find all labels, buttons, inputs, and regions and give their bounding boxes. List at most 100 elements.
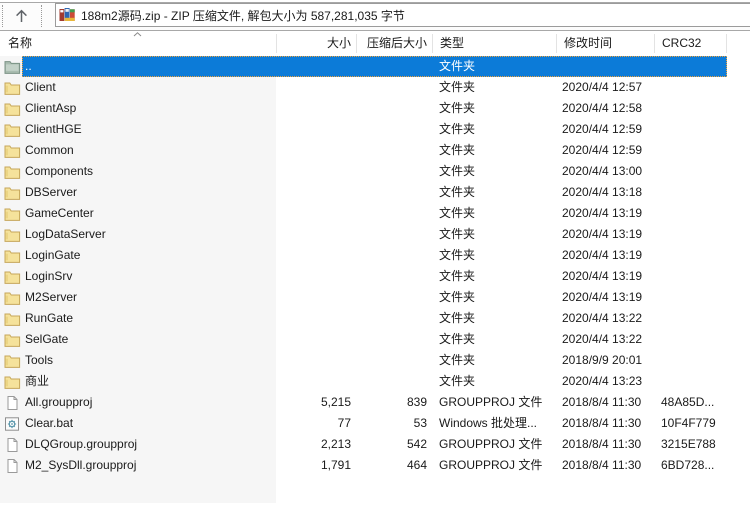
table-row[interactable]: 商业 文件夹 2020/4/4 13:23	[0, 371, 750, 392]
table-row[interactable]: LogDataServer 文件夹 2020/4/4 13:19	[0, 224, 750, 245]
file-size: 5,215	[320, 395, 351, 409]
up-folder-icon	[4, 59, 21, 75]
packed-size	[356, 350, 432, 371]
file-name: Client	[25, 80, 56, 94]
row-filler	[726, 434, 750, 455]
packed-size: 53	[413, 416, 427, 430]
toolbar: 188m2源码.zip - ZIP 压缩文件, 解包大小为 587,281,03…	[0, 0, 750, 31]
folder-icon	[4, 227, 21, 243]
row-filler	[726, 98, 750, 119]
table-row[interactable]: SelGate 文件夹 2020/4/4 13:22	[0, 329, 750, 350]
table-row[interactable]: All.groupproj 5,215 839 GROUPPROJ 文件 2018/8/…	[0, 392, 750, 413]
file-type: 文件夹	[439, 206, 476, 220]
row-filler	[726, 350, 750, 371]
column-header-size[interactable]: 大小	[276, 34, 356, 53]
file-list: .. 文件夹 Client 文件夹 2020/4/4 12:57 ClientAsp 文件夹…	[0, 56, 750, 503]
file-size	[276, 224, 356, 245]
row-filler	[726, 140, 750, 161]
crc32-value: 3215E788	[661, 437, 716, 451]
file-name: Components	[25, 164, 94, 178]
modified-time: 2020/4/4 12:59	[562, 122, 643, 136]
table-row[interactable]: DBServer 文件夹 2020/4/4 13:18	[0, 182, 750, 203]
table-row[interactable]: LoginSrv 文件夹 2020/4/4 13:19	[0, 266, 750, 287]
crc32-value	[654, 329, 726, 350]
file-type: 文件夹	[439, 311, 476, 325]
file-size: 2,213	[320, 437, 351, 451]
table-row[interactable]: LoginGate 文件夹 2020/4/4 13:19	[0, 245, 750, 266]
packed-size	[356, 308, 432, 329]
table-row[interactable]: .. 文件夹	[0, 56, 750, 77]
modified-time: 2020/4/4 13:19	[562, 227, 643, 241]
toolbar-grip	[41, 5, 42, 27]
table-row[interactable]: Clear.bat 77 53 Windows 批处理... 2018/8/4 11:3…	[0, 413, 750, 434]
crc32-value	[654, 224, 726, 245]
packed-size	[356, 140, 432, 161]
file-type: 文件夹	[439, 59, 476, 73]
row-filler	[726, 287, 750, 308]
table-row[interactable]: ClientAsp 文件夹 2020/4/4 12:58	[0, 98, 750, 119]
packed-size: 839	[406, 395, 427, 409]
file-size	[276, 371, 356, 392]
packed-size	[356, 203, 432, 224]
modified-time	[556, 56, 654, 77]
modified-time: 2020/4/4 13:19	[562, 248, 643, 262]
packed-size	[356, 266, 432, 287]
modified-time: 2018/8/4 11:30	[562, 437, 642, 451]
packed-size	[356, 98, 432, 119]
column-header-packed[interactable]: 压缩后大小	[356, 34, 432, 53]
crc32-value	[654, 56, 726, 77]
modified-time: 2020/4/4 12:57	[562, 80, 643, 94]
crc32-value	[654, 182, 726, 203]
packed-size	[356, 329, 432, 350]
column-header-crc32[interactable]: CRC32	[654, 34, 726, 53]
file-type: GROUPPROJ 文件	[439, 458, 543, 472]
file-type: 文件夹	[439, 290, 476, 304]
packed-size	[356, 287, 432, 308]
table-row[interactable]: Components 文件夹 2020/4/4 13:00	[0, 161, 750, 182]
table-row[interactable]: RunGate 文件夹 2020/4/4 13:22	[0, 308, 750, 329]
crc32-value	[654, 350, 726, 371]
file-name: DBServer	[25, 185, 78, 199]
modified-time: 2018/8/4 11:30	[562, 416, 642, 430]
table-row[interactable]: Tools 文件夹 2018/9/9 20:01	[0, 350, 750, 371]
modified-time: 2020/4/4 13:00	[562, 164, 643, 178]
table-row[interactable]: ClientHGE 文件夹 2020/4/4 12:59	[0, 119, 750, 140]
up-arrow-icon	[14, 8, 29, 24]
file-name: ClientAsp	[25, 101, 77, 115]
table-row[interactable]: DLQGroup.groupproj 2,213 542 GROUPPROJ 文件 20…	[0, 434, 750, 455]
modified-time: 2020/4/4 12:58	[562, 101, 643, 115]
file-size	[276, 56, 356, 77]
file-name: LogDataServer	[25, 227, 106, 241]
folder-icon	[4, 332, 21, 348]
toolbar-grip	[2, 5, 3, 27]
batch-icon	[4, 416, 21, 432]
packed-size: 542	[406, 437, 427, 451]
row-filler	[726, 413, 750, 434]
file-type: 文件夹	[439, 80, 476, 94]
file-type: 文件夹	[439, 353, 476, 367]
column-header-filler	[726, 34, 750, 53]
folder-icon	[4, 248, 21, 264]
table-row[interactable]: M2_SysDll.groupproj 1,791 464 GROUPPROJ 文件 2…	[0, 455, 750, 476]
row-filler	[726, 266, 750, 287]
column-header-type[interactable]: 类型	[432, 34, 556, 53]
file-size	[276, 350, 356, 371]
table-row[interactable]: Common 文件夹 2020/4/4 12:59	[0, 140, 750, 161]
modified-time: 2020/4/4 13:22	[562, 332, 643, 346]
up-one-level-button[interactable]	[7, 3, 35, 28]
table-row[interactable]: Client 文件夹 2020/4/4 12:57	[0, 77, 750, 98]
file-type: 文件夹	[439, 164, 476, 178]
file-size	[276, 98, 356, 119]
crc32-value	[654, 98, 726, 119]
address-bar[interactable]: 188m2源码.zip - ZIP 压缩文件, 解包大小为 587,281,03…	[55, 3, 750, 27]
folder-icon	[4, 269, 21, 285]
column-header-modified[interactable]: 修改时间	[556, 34, 654, 53]
folder-icon	[4, 353, 21, 369]
table-row[interactable]: GameCenter 文件夹 2020/4/4 13:19	[0, 203, 750, 224]
modified-time: 2020/4/4 13:19	[562, 269, 643, 283]
row-filler	[726, 182, 750, 203]
row-filler	[726, 119, 750, 140]
row-filler	[726, 308, 750, 329]
table-row[interactable]: M2Server 文件夹 2020/4/4 13:19	[0, 287, 750, 308]
folder-icon	[4, 206, 21, 222]
